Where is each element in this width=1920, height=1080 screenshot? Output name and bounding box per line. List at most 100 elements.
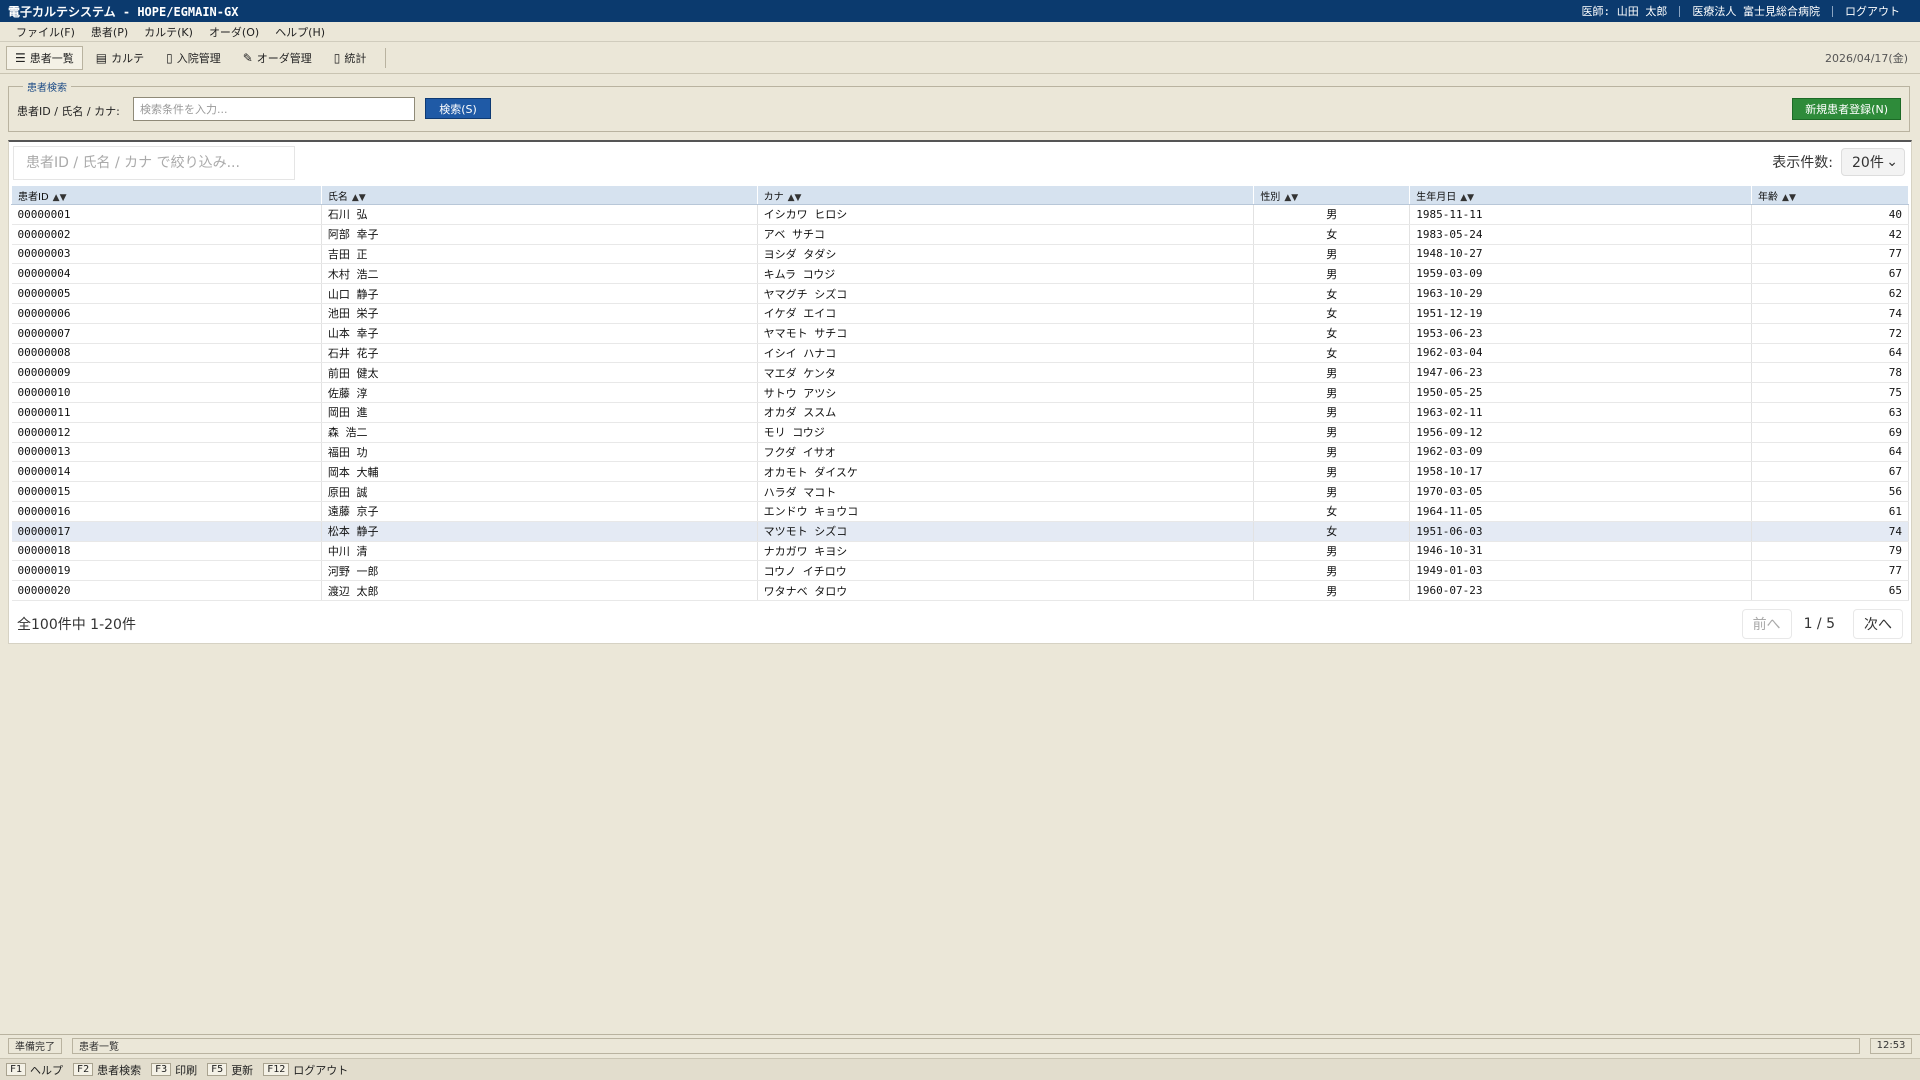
cell-age: 72 bbox=[1751, 323, 1909, 344]
cell-sex: 男 bbox=[1253, 442, 1411, 463]
table-row[interactable]: 00000012 森 浩二 モリ コウジ男 1956-09-12 69 bbox=[11, 422, 1909, 443]
cell-age: 74 bbox=[1751, 521, 1909, 542]
toolbar-divider bbox=[385, 47, 387, 68]
filter-input[interactable] bbox=[13, 146, 295, 180]
table-row[interactable]: 00000010 佐藤 淳サトウ アツシ男 1950-05-25 75 bbox=[11, 382, 1909, 403]
search-button[interactable]: 検索(S) bbox=[425, 98, 491, 119]
cell-patient-id: 00000017 bbox=[11, 521, 322, 542]
table-row[interactable]: 00000016 遠藤 京子 エンドウ キョウコ女 1964-11-05 61 bbox=[11, 501, 1909, 522]
cell-name: 中川 清 bbox=[321, 541, 758, 562]
table-row[interactable]: 00000005 山口 静子 ヤマグチ シズコ女 1963-10-29 62 bbox=[11, 283, 1909, 304]
table-row[interactable]: 00000015 原田 誠ハラダ マコト男 1970-03-05 56 bbox=[11, 481, 1909, 502]
cell-age: 62 bbox=[1751, 283, 1909, 304]
cell-name: 森 浩二 bbox=[321, 422, 758, 443]
cell-kana: ナカガワ キヨシ bbox=[757, 541, 1255, 562]
cell-name: 福田 功 bbox=[321, 442, 758, 463]
column-header-label: 生年月日 bbox=[1416, 191, 1457, 203]
column-header-kana[interactable]: カナ ▲▼ bbox=[756, 185, 1255, 205]
cell-kana: ヨシダ タダシ bbox=[757, 244, 1255, 265]
table-row[interactable]: 00000006 池田 栄子 イケダ エイコ女 1951-12-19 74 bbox=[11, 303, 1909, 324]
column-header-label: 性別 bbox=[1260, 191, 1281, 203]
table-row[interactable]: 00000014 岡本 大輔 オカモト ダイスケ男 1958-10-17 67 bbox=[11, 461, 1909, 483]
column-header-label: カナ bbox=[763, 191, 784, 203]
sort-icon: ▲▼ bbox=[1782, 192, 1796, 203]
table-row[interactable]: 00000007 山本 幸子 ヤマモト サチコ女 1953-06-23 72 bbox=[11, 323, 1909, 344]
patient-table: 患者ID ▲▼ 氏名 ▲▼ カナ ▲▼ 性別 ▲▼ 生年月日 ▲▼ 年齢 ▲▼ 000000… bbox=[11, 185, 1909, 601]
fkey-logout[interactable]: F12 ログアウト bbox=[263, 1062, 348, 1078]
fkey-refresh[interactable]: F5 更新 bbox=[207, 1062, 253, 1078]
cell-sex: 男 bbox=[1253, 541, 1411, 562]
cell-kana: オカモト ダイスケ bbox=[757, 461, 1255, 483]
toolbar: ☰ 患者一覧 ▤ カルテ ▯ 入院管理 ✎ オーダ管理 ▯ 統計 2026/04… bbox=[0, 42, 1920, 74]
menu-patient[interactable]: 患者(P) bbox=[83, 24, 136, 40]
cell-sex: 女 bbox=[1253, 224, 1411, 245]
cell-kana: イシイ ハナコ bbox=[757, 343, 1255, 364]
table-row[interactable]: 00000003 吉田 正ヨシダ タダシ男 1948-10-27 77 bbox=[11, 244, 1909, 265]
cell-kana: イケダ エイコ bbox=[757, 303, 1255, 324]
menu-bar: ファイル(F) 患者(P) カルテ(K) オーダ(O) ヘルプ(H) bbox=[0, 22, 1920, 42]
menu-help[interactable]: ヘルプ(H) bbox=[267, 24, 333, 40]
cell-age: 63 bbox=[1751, 402, 1909, 423]
fkey-patient-search[interactable]: F2 患者検索 bbox=[73, 1062, 141, 1078]
cell-kana: マエダ ケンタ bbox=[757, 362, 1255, 384]
cell-age: 64 bbox=[1751, 442, 1909, 463]
toolbar-chart-button[interactable]: ▤ カルテ bbox=[87, 46, 153, 70]
toolbar-stats-button[interactable]: ▯ 統計 bbox=[325, 46, 376, 70]
table-row[interactable]: 00000018 中川 清ナカガワ キヨシ男 1946-10-31 79 bbox=[11, 541, 1909, 562]
menu-order[interactable]: オーダ(O) bbox=[201, 24, 267, 40]
column-header-name[interactable]: 氏名 ▲▼ bbox=[320, 185, 758, 205]
cell-name: 渡辺 太郎 bbox=[321, 580, 758, 601]
table-row[interactable]: 00000019 河野 一郎 コウノ イチロウ男 1949-01-03 77 bbox=[11, 560, 1909, 582]
search-group-legend: 患者検索 bbox=[23, 79, 71, 94]
column-header-birthdate[interactable]: 生年月日 ▲▼ bbox=[1409, 185, 1753, 205]
menu-chart[interactable]: カルテ(K) bbox=[136, 24, 201, 40]
column-header-patient-id[interactable]: 患者ID ▲▼ bbox=[11, 185, 322, 205]
table-row[interactable]: 00000001 石川 弘イシカワ ヒロシ男 1985-11-11 40 bbox=[11, 204, 1909, 225]
title-bar: 電子カルテシステム - HOPE/EGMAIN-GX 医師: 山田 太郎 医療法… bbox=[0, 0, 1920, 22]
chart-icon: ▤ bbox=[95, 50, 108, 65]
result-count: 全100件中 1-20件 bbox=[17, 617, 136, 633]
cell-name: 阿部 幸子 bbox=[321, 224, 758, 245]
cell-patient-id: 00000006 bbox=[11, 303, 322, 324]
cell-patient-id: 00000016 bbox=[11, 501, 322, 522]
table-row[interactable]: 00000002 阿部 幸子 アベ サチコ女 1983-05-24 42 bbox=[11, 224, 1909, 245]
cell-patient-id: 00000002 bbox=[11, 224, 322, 245]
toolbar-admission-button[interactable]: ▯ 入院管理 bbox=[157, 46, 230, 70]
table-row[interactable]: 00000013 福田 功フクダ イサオ男 1962-03-09 64 bbox=[11, 442, 1909, 463]
next-page-button[interactable]: 次へ bbox=[1853, 609, 1903, 639]
cell-name: 原田 誠 bbox=[321, 481, 758, 502]
column-header-sex[interactable]: 性別 ▲▼ bbox=[1253, 185, 1411, 205]
cell-name: 山本 幸子 bbox=[321, 323, 758, 344]
search-input[interactable] bbox=[133, 97, 415, 121]
cell-kana: イシカワ ヒロシ bbox=[757, 204, 1255, 225]
per-page-select[interactable]: 20件 ⌄ bbox=[1841, 148, 1905, 176]
cell-age: 65 bbox=[1751, 580, 1909, 601]
toolbar-patient-list-button[interactable]: ☰ 患者一覧 bbox=[6, 45, 83, 70]
cell-sex: 男 bbox=[1253, 560, 1411, 582]
table-row[interactable]: 00000009 前田 健太 マエダ ケンタ男 1947-06-23 78 bbox=[11, 362, 1909, 384]
cell-birthdate: 1983-05-24 bbox=[1409, 224, 1753, 245]
table-row[interactable]: 00000020 渡辺 太郎 ワタナベ タロウ男 1960-07-23 65 bbox=[11, 580, 1909, 601]
fkey-label: ヘルプ bbox=[30, 1063, 64, 1077]
table-row[interactable]: 00000011 岡田 進オカダ ススム男 1963-02-11 63 bbox=[11, 402, 1909, 423]
new-patient-button[interactable]: 新規患者登録(N) bbox=[1792, 98, 1901, 120]
table-row[interactable]: 00000004 木村 浩二 キムラ コウジ男 1959-03-09 67 bbox=[11, 263, 1909, 285]
logout-link[interactable]: ログアウト bbox=[1833, 3, 1912, 19]
cell-birthdate: 1960-07-23 bbox=[1409, 580, 1753, 601]
fkey-print[interactable]: F3 印刷 bbox=[151, 1062, 197, 1078]
cell-age: 77 bbox=[1751, 560, 1909, 582]
column-header-age[interactable]: 年齢 ▲▼ bbox=[1751, 185, 1909, 205]
cell-sex: 女 bbox=[1253, 343, 1411, 364]
cell-sex: 男 bbox=[1253, 263, 1411, 285]
toolbar-order-button[interactable]: ✎ オーダ管理 bbox=[234, 46, 321, 70]
table-row[interactable]: 00000017 松本 静子 マツモト シズコ女 1951-06-03 74 bbox=[11, 521, 1909, 542]
menu-file[interactable]: ファイル(F) bbox=[8, 24, 83, 40]
fkey-label: ログアウト bbox=[293, 1063, 349, 1077]
prev-page-button[interactable]: 前へ bbox=[1741, 609, 1792, 639]
table-row[interactable]: 00000008 石井 花子 イシイ ハナコ女 1962-03-04 64 bbox=[11, 343, 1909, 364]
cell-birthdate: 1964-11-05 bbox=[1409, 501, 1753, 522]
fkey-help[interactable]: F1 ヘルプ bbox=[6, 1062, 63, 1078]
cell-age: 64 bbox=[1751, 343, 1909, 364]
cell-patient-id: 00000009 bbox=[11, 362, 322, 384]
cell-patient-id: 00000015 bbox=[11, 481, 322, 502]
